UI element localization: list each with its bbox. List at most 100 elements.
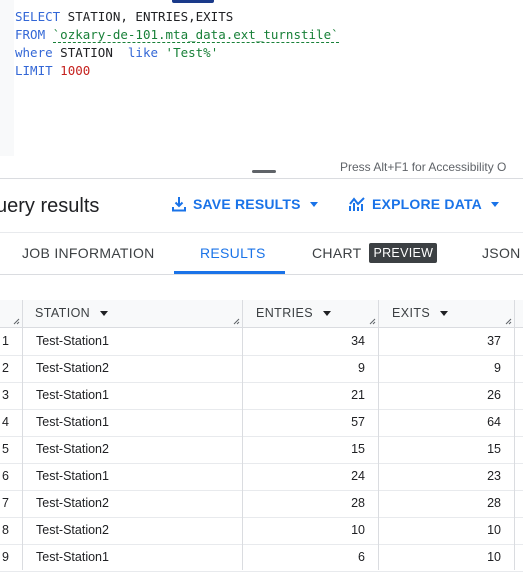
column-header-entries[interactable]: ENTRIES: [243, 300, 378, 328]
code-token: where: [15, 45, 53, 60]
row-number-cell: 1: [2, 334, 9, 348]
code-token: 'Test%': [165, 45, 219, 60]
code-line: SELECT STATION, ENTRIES,EXITS: [15, 8, 339, 26]
download-icon: [171, 196, 187, 212]
table-row[interactable]: 4 Test-Station1 57 64: [0, 409, 523, 437]
chart-trend-icon: [349, 196, 367, 212]
table-row[interactable]: 1 Test-Station1 34 37: [0, 328, 523, 356]
table-row[interactable]: 2 Test-Station2 9 9: [0, 355, 523, 383]
column-divider: [514, 300, 515, 570]
resize-grip-icon[interactable]: [504, 317, 512, 325]
editor-divider: [0, 178, 523, 179]
sort-caret-icon[interactable]: [322, 310, 331, 316]
resize-drag-handle[interactable]: [252, 170, 276, 173]
column-divider: [22, 300, 23, 570]
sort-caret-icon[interactable]: [100, 310, 109, 316]
table-row[interactable]: 8 Test-Station2 10 10: [0, 517, 523, 545]
exits-cell: 10: [487, 523, 501, 537]
code-token: LIMIT: [15, 63, 53, 78]
entries-cell: 10: [351, 523, 365, 537]
table-row[interactable]: 5 Test-Station2 15 15: [0, 436, 523, 464]
column-header-exits[interactable]: EXITS: [379, 300, 514, 328]
code-token: STATION, ENTRIES,EXITS: [60, 9, 234, 24]
active-tab-indicator: [174, 271, 285, 274]
entries-cell: 6: [358, 550, 365, 564]
row-number-cell: 6: [2, 469, 9, 483]
exits-cell: 23: [487, 469, 501, 483]
station-cell: Test-Station2: [36, 496, 109, 510]
tab-chart-label: CHART: [312, 245, 362, 261]
station-cell: Test-Station1: [36, 415, 109, 429]
editor-gutter: [0, 0, 14, 156]
entries-cell: 9: [358, 361, 365, 375]
tab-chart[interactable]: CHART PREVIEW: [312, 233, 438, 274]
entries-cell: 21: [351, 388, 365, 402]
resize-grip-icon[interactable]: [232, 317, 240, 325]
code-token: STATION: [52, 45, 128, 60]
row-number-header: [0, 300, 22, 328]
tab-job-information[interactable]: JOB INFORMATION: [22, 233, 155, 274]
station-cell: Test-Station2: [36, 442, 109, 456]
save-results-label: SAVE RESULTS: [193, 196, 301, 212]
entries-cell: 28: [351, 496, 365, 510]
tab-json[interactable]: JSON: [482, 233, 521, 274]
row-number-cell: 5: [2, 442, 9, 456]
explore-data-button[interactable]: EXPLORE DATA: [349, 196, 499, 212]
row-number-cell: 7: [2, 496, 9, 510]
station-cell: Test-Station1: [36, 469, 109, 483]
chevron-down-icon: [309, 201, 318, 207]
entries-cell: 15: [351, 442, 365, 456]
entries-cell: 57: [351, 415, 365, 429]
save-results-button[interactable]: SAVE RESULTS: [171, 196, 318, 212]
entries-cell: 24: [351, 469, 365, 483]
sql-editor[interactable]: SELECT STATION, ENTRIES,EXITS FROM `ozkar…: [0, 0, 523, 178]
row-number-cell: 4: [2, 415, 9, 429]
column-divider: [378, 300, 379, 570]
exits-cell: 64: [487, 415, 501, 429]
editor-tab-indicator: [172, 0, 214, 3]
query-results-title: uery results: [0, 195, 100, 217]
chevron-down-icon: [491, 201, 499, 207]
exits-cell: 15: [487, 442, 501, 456]
resize-grip-icon[interactable]: [368, 317, 376, 325]
code-line: where STATION like 'Test%': [15, 44, 339, 62]
row-number-cell: 2: [2, 361, 9, 375]
table-row[interactable]: 3 Test-Station1 21 26: [0, 382, 523, 410]
exits-cell: 10: [487, 550, 501, 564]
station-cell: Test-Station1: [36, 388, 109, 402]
column-header-station[interactable]: STATION: [23, 300, 242, 328]
column-header-label: ENTRIES: [256, 306, 313, 320]
station-cell: Test-Station2: [36, 523, 109, 537]
code-token: FROM: [15, 27, 46, 42]
code-line: LIMIT 1000: [15, 62, 339, 80]
code-token: 1000: [60, 63, 91, 78]
table-row[interactable]: 7 Test-Station2 28 28: [0, 490, 523, 518]
column-header-label: EXITS: [392, 306, 431, 320]
tab-results[interactable]: RESULTS: [200, 233, 266, 274]
resize-grip-icon[interactable]: [12, 317, 20, 325]
row-number-cell: 3: [2, 388, 9, 402]
station-cell: Test-Station1: [36, 550, 109, 564]
code-token: SELECT: [15, 9, 61, 24]
sql-code[interactable]: SELECT STATION, ENTRIES,EXITS FROM `ozkar…: [15, 8, 339, 80]
exits-cell: 37: [487, 334, 501, 348]
header-filler: [515, 300, 523, 328]
exits-cell: 9: [494, 361, 501, 375]
station-cell: Test-Station2: [36, 361, 109, 375]
exits-cell: 26: [487, 388, 501, 402]
accessibility-hint: Press Alt+F1 for Accessibility O: [340, 160, 507, 174]
code-token: like: [127, 45, 159, 60]
column-header-label: STATION: [35, 306, 91, 320]
exits-cell: 28: [487, 496, 501, 510]
results-tabs: JOB INFORMATION RESULTS CHART PREVIEW JSO…: [0, 232, 523, 275]
table-row[interactable]: 9 Test-Station1 6 10: [0, 544, 523, 572]
table-row[interactable]: 6 Test-Station1 24 23: [0, 463, 523, 491]
preview-badge: PREVIEW: [369, 243, 438, 264]
column-divider: [242, 300, 243, 570]
sort-caret-icon[interactable]: [440, 310, 449, 316]
code-line: FROM `ozkary-de-101.mta_data.ext_turnsti…: [15, 26, 339, 44]
station-cell: Test-Station1: [36, 334, 109, 348]
entries-cell: 34: [351, 334, 365, 348]
